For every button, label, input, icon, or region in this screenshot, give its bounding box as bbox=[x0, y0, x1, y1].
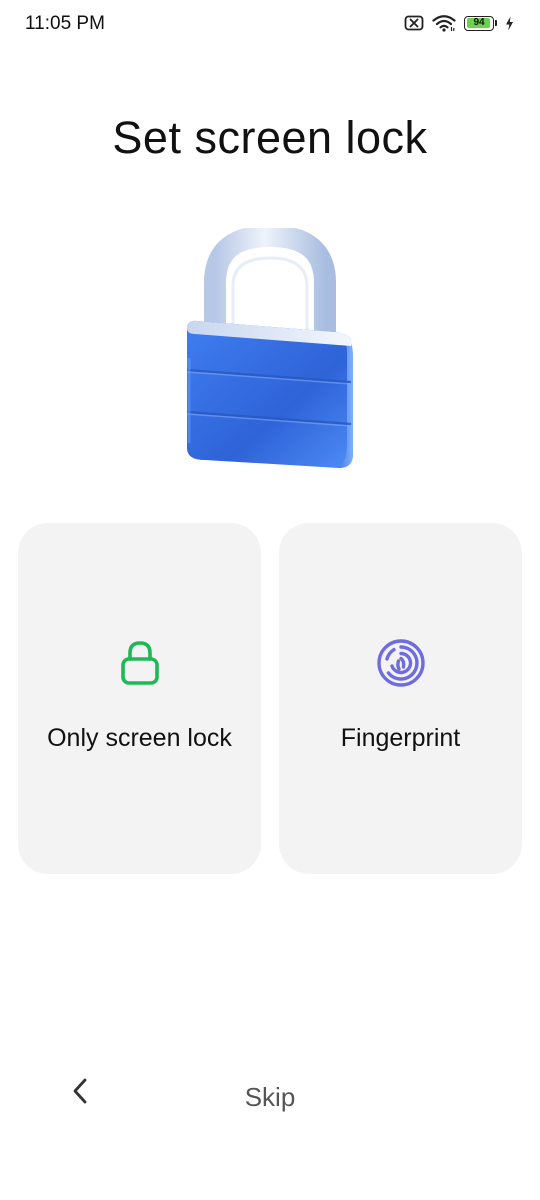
status-time: 11:05 PM bbox=[25, 13, 105, 34]
battery-level: 94 bbox=[473, 17, 485, 28]
fingerprint-icon bbox=[376, 639, 425, 687]
padlock-illustration bbox=[186, 228, 353, 468]
status-bar: 11:05 PM 94 bbox=[0, 0, 540, 52]
wifi-icon bbox=[432, 15, 456, 32]
skip-button[interactable]: Skip bbox=[220, 1078, 320, 1116]
battery-icon: 94 bbox=[464, 15, 494, 31]
chevron-left-icon bbox=[73, 1078, 87, 1104]
fingerprint-label: Fingerprint bbox=[340, 724, 461, 752]
back-button[interactable] bbox=[60, 1072, 100, 1112]
battery-tip bbox=[495, 20, 497, 26]
sim-off-icon bbox=[404, 15, 424, 31]
page-title: Set screen lock bbox=[112, 112, 428, 163]
only-screen-lock-option[interactable]: Only screen lock bbox=[18, 523, 261, 874]
only-screen-lock-label: Only screen lock bbox=[47, 724, 232, 752]
lock-icon bbox=[120, 641, 159, 685]
status-icons: 94 bbox=[404, 14, 514, 32]
fingerprint-option[interactable]: Fingerprint bbox=[279, 523, 522, 874]
charging-icon bbox=[506, 16, 513, 30]
